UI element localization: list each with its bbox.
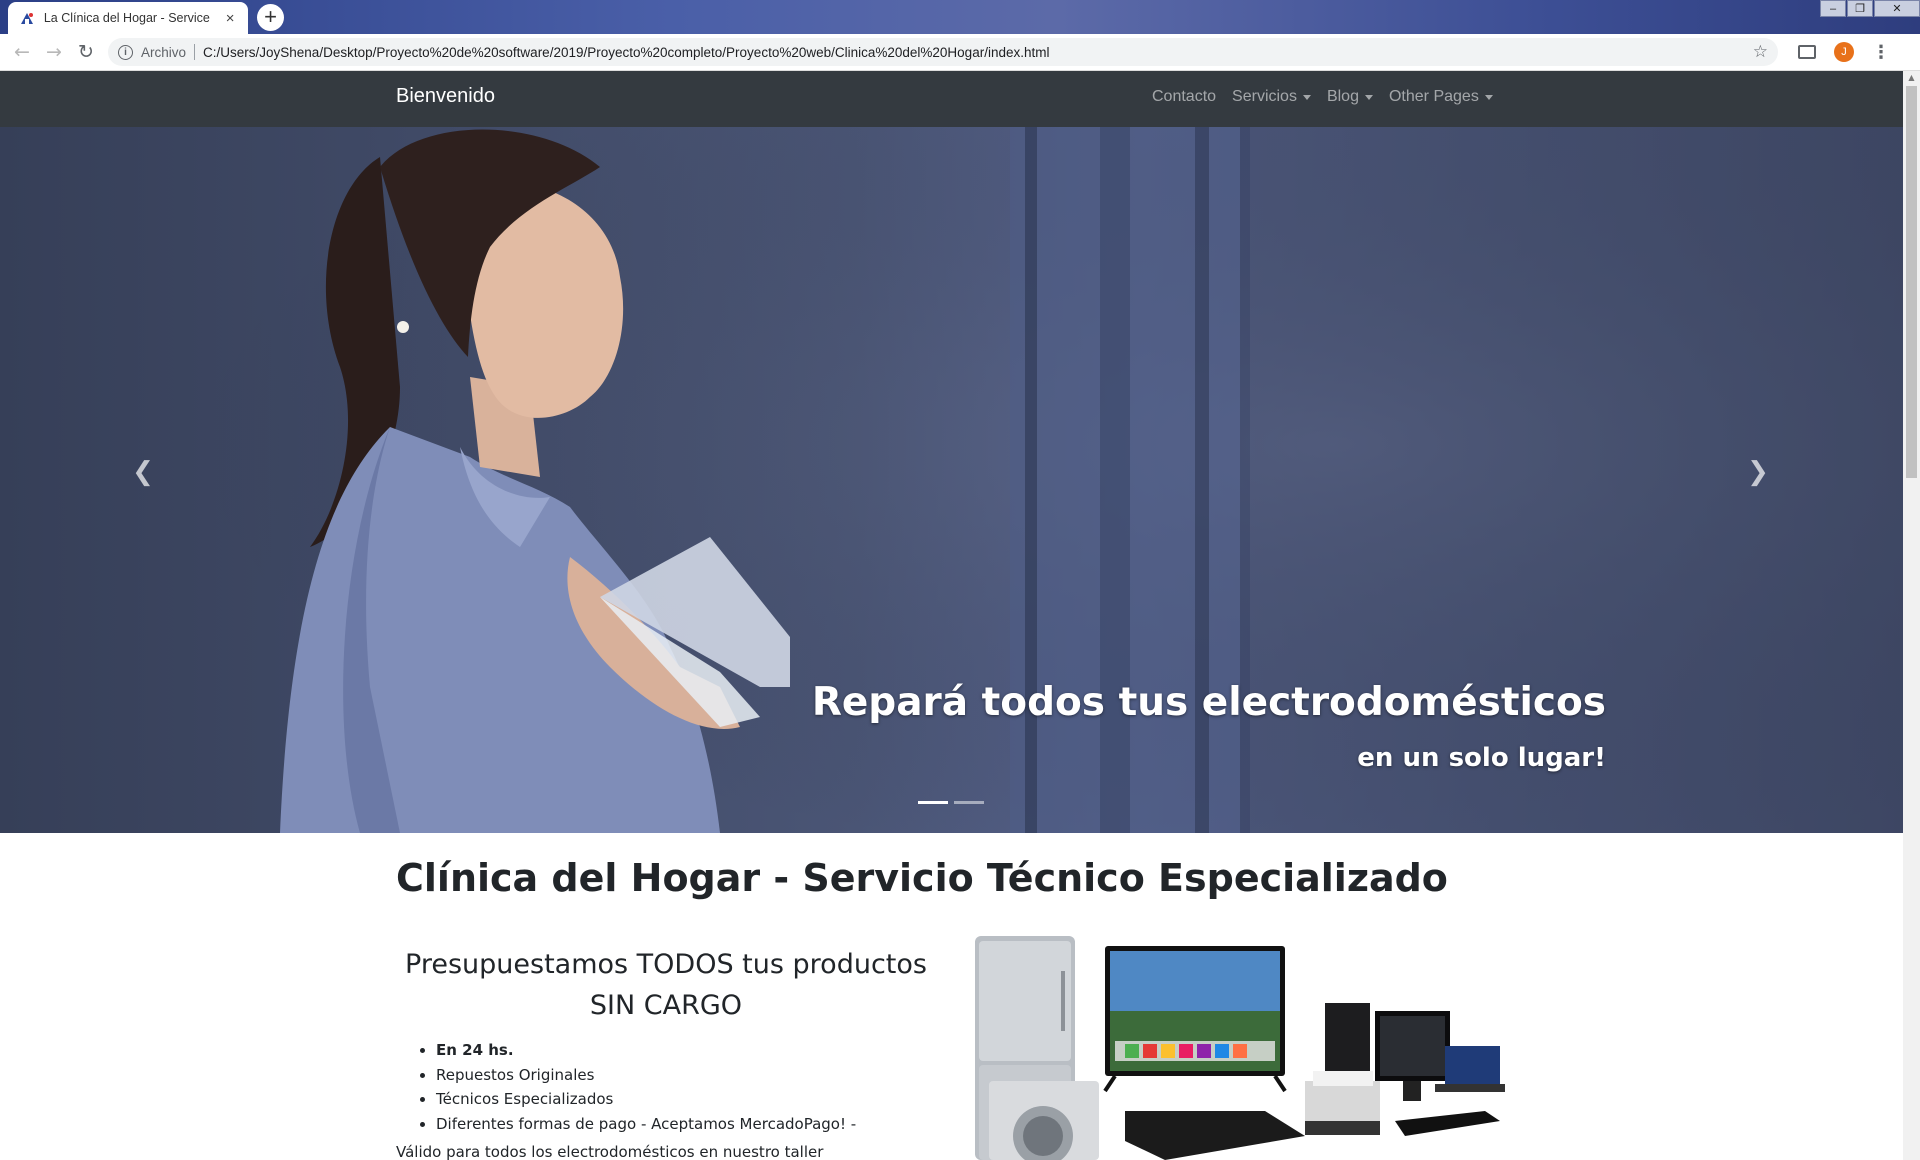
scroll-up-icon[interactable]: ▲: [1903, 71, 1920, 85]
site-navbar: Bienvenido Contacto Servicios Blog Other…: [0, 71, 1903, 127]
menu-icon[interactable]: ⋮: [1872, 42, 1890, 63]
woman-with-tablet-image: [280, 129, 790, 833]
page-title: Clínica del Hogar - Servicio Técnico Esp…: [396, 856, 1448, 900]
browser-tab[interactable]: La Clínica del Hogar - Service Esp ×: [8, 2, 248, 34]
dropdown-caret-icon: [1364, 94, 1373, 100]
carousel-indicator-1[interactable]: [918, 801, 948, 804]
nav-blog-label: Blog: [1326, 88, 1359, 105]
nav-contacto[interactable]: Contacto: [1152, 88, 1216, 106]
close-window-button[interactable]: ✕: [1874, 0, 1920, 17]
hero-caption-title: Repará todos tus electrodomésticos: [811, 680, 1606, 725]
star-icon[interactable]: ☆: [1753, 42, 1768, 62]
navbar-links: Contacto Servicios Blog Other Pages: [1152, 88, 1493, 106]
window-controls: – ❐ ✕: [1819, 0, 1920, 17]
carousel-next-icon[interactable]: ❯: [1743, 457, 1773, 487]
list-item: Técnicos Especializados: [436, 1087, 856, 1112]
address-bar[interactable]: i Archivo C:/Users/JoyShena/Desktop/Proy…: [108, 38, 1778, 66]
browser-toolbar: ← → ↻ i Archivo C:/Users/JoyShena/Deskto…: [0, 34, 1920, 71]
list-item: Diferentes formas de pago - Aceptamos Me…: [436, 1112, 856, 1137]
nav-servicios[interactable]: Servicios: [1232, 88, 1311, 106]
promo-headline-line2: SIN CARGO: [589, 990, 743, 1021]
carousel-indicators: [918, 801, 984, 804]
nav-other-label: Other Pages: [1388, 88, 1479, 105]
address-separator: [194, 44, 196, 60]
scheme-label: Archivo: [141, 44, 187, 60]
page-scrollbar[interactable]: ▲: [1903, 71, 1920, 1160]
info-icon[interactable]: i: [118, 44, 133, 60]
tab-title: La Clínica del Hogar - Service Esp: [43, 11, 214, 25]
navbar-brand[interactable]: Bienvenido: [396, 85, 495, 108]
carousel-prev-icon[interactable]: ❮: [128, 457, 158, 487]
dropdown-caret-icon: [1302, 94, 1311, 100]
promo-headline-line1: Presupuestamos TODOS tus productos: [405, 949, 927, 980]
profile-avatar[interactable]: J: [1834, 42, 1854, 62]
cast-icon[interactable]: [1798, 45, 1816, 59]
list-item: Repuestos Originales: [436, 1063, 856, 1088]
carousel-indicator-2[interactable]: [954, 801, 984, 804]
minimize-button[interactable]: –: [1820, 0, 1846, 17]
nav-other-pages[interactable]: Other Pages: [1389, 88, 1493, 106]
restore-button[interactable]: ❐: [1847, 0, 1873, 17]
dropdown-caret-icon: [1484, 94, 1493, 100]
appliances-image: [975, 936, 1505, 1160]
back-icon[interactable]: ←: [6, 36, 38, 68]
nav-blog[interactable]: Blog: [1327, 88, 1373, 106]
validity-note: Válido para todos los electrodomésticos …: [396, 1143, 824, 1160]
new-tab-button[interactable]: +: [257, 4, 284, 31]
hero-carousel: ❮ ❯ Repará todos tus electrodomésticos e…: [0, 127, 1903, 833]
url-text[interactable]: C:/Users/JoyShena/Desktop/Proyecto%20de%…: [203, 45, 1753, 60]
forward-icon[interactable]: →: [38, 36, 70, 68]
scrollbar-thumb[interactable]: [1906, 86, 1917, 478]
feature-list: En 24 hs. Repuestos Originales Técnicos …: [436, 1038, 856, 1136]
tab-close-icon[interactable]: ×: [222, 10, 238, 27]
nav-contacto-label: Contacto: [1152, 88, 1217, 105]
site-favicon-icon: [18, 9, 36, 27]
hero-caption-subtitle: en un solo lugar!: [1357, 743, 1606, 773]
browser-titlebar: La Clínica del Hogar - Service Esp × + –…: [0, 0, 1920, 34]
promo-headline: Presupuestamos TODOS tus productos SIN C…: [396, 944, 936, 1026]
nav-servicios-label: Servicios: [1232, 88, 1297, 105]
page-viewport: Bienvenido Contacto Servicios Blog Other…: [0, 71, 1903, 1160]
list-item: En 24 hs.: [436, 1038, 856, 1063]
reload-icon[interactable]: ↻: [70, 36, 102, 68]
